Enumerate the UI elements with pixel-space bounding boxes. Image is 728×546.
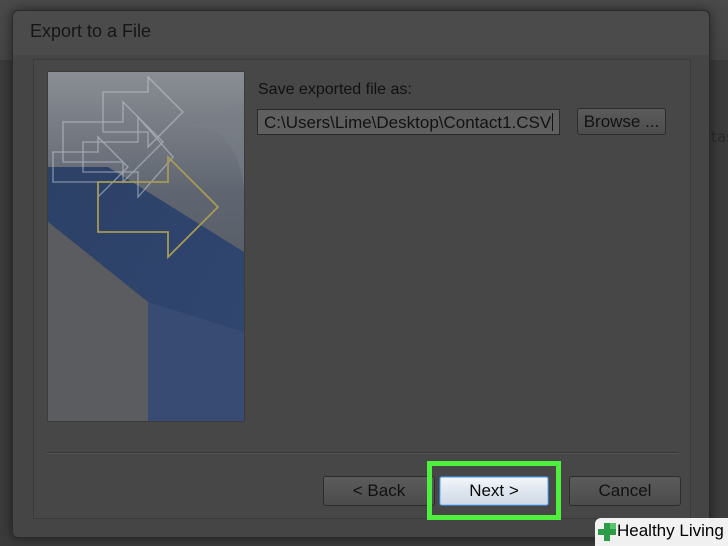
watermark: Healthy Living bbox=[595, 518, 728, 546]
export-dialog: Export to a File Save exported file as: … bbox=[12, 10, 710, 538]
green-cross-icon bbox=[598, 522, 616, 546]
title-bar[interactable]: Export to a File bbox=[13, 11, 709, 55]
file-path-input[interactable]: C:\Users\Lime\Desktop\Contact1.CSV bbox=[257, 109, 560, 135]
back-button[interactable]: < Back bbox=[323, 476, 435, 506]
save-as-label: Save exported file as: bbox=[258, 81, 412, 98]
browse-button[interactable]: Browse ... bbox=[577, 108, 666, 135]
dialog-title: Export to a File bbox=[30, 21, 152, 41]
export-arrows-art-icon bbox=[47, 71, 245, 422]
dialog-client-area: Save exported file as: C:\Users\Lime\Des… bbox=[33, 59, 691, 520]
next-button[interactable]: Next > bbox=[439, 476, 549, 506]
screenshot-stage: outlook tas Export to a File bbox=[0, 0, 728, 546]
background-edge-text: tas bbox=[711, 128, 728, 146]
footer-separator bbox=[47, 452, 678, 454]
file-path-value: C:\Users\Lime\Desktop\Contact1.CSV bbox=[264, 113, 552, 132]
cancel-button[interactable]: Cancel bbox=[569, 476, 681, 506]
text-caret bbox=[552, 113, 554, 131]
watermark-text: Healthy Living bbox=[617, 521, 724, 540]
